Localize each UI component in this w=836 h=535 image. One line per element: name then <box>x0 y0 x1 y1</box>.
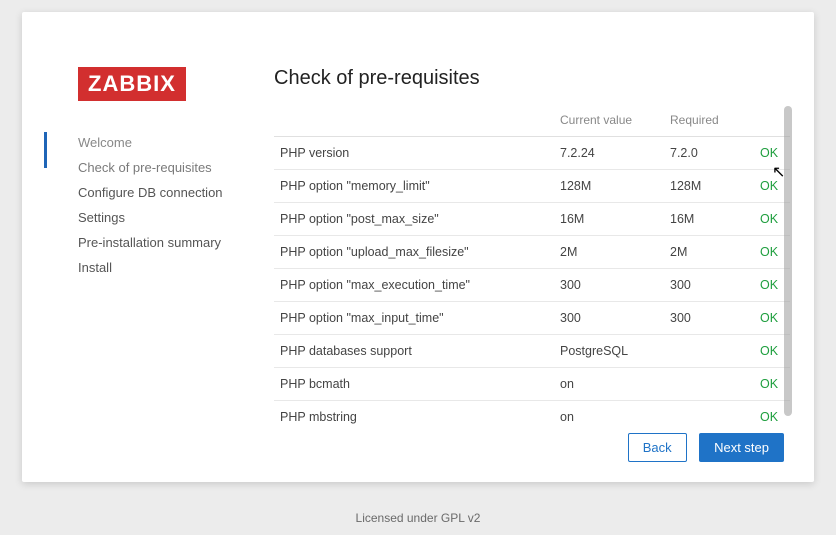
scrollbar-thumb[interactable] <box>784 106 792 416</box>
req-name: PHP version <box>274 137 554 170</box>
req-current: 7.2.24 <box>554 137 664 170</box>
req-current: 2M <box>554 236 664 269</box>
req-required <box>664 335 754 368</box>
req-current: 300 <box>554 302 664 335</box>
req-name: PHP option "max_execution_time" <box>274 269 554 302</box>
col-header-name <box>274 104 554 137</box>
table-row: PHP bcmathonOK <box>274 368 790 401</box>
req-current: on <box>554 368 664 401</box>
req-current: 16M <box>554 203 664 236</box>
zabbix-logo: ZABBIX <box>78 67 186 101</box>
col-header-required: Required <box>664 104 754 137</box>
req-required: 128M <box>664 170 754 203</box>
requirements-table: Current value Required PHP version7.2.24… <box>274 104 790 426</box>
table-row: PHP option "post_max_size"16M16MOK <box>274 203 790 236</box>
table-row: PHP version7.2.247.2.0OK <box>274 137 790 170</box>
license-footer: Licensed under GPL v2 <box>0 511 836 525</box>
req-name: PHP option "max_input_time" <box>274 302 554 335</box>
main-content: Check of pre-requisites Current value Re… <box>274 67 790 462</box>
req-current: 128M <box>554 170 664 203</box>
page-title: Check of pre-requisites <box>274 67 790 90</box>
req-name: PHP mbstring <box>274 401 554 427</box>
table-row: PHP option "max_execution_time"300300OK <box>274 269 790 302</box>
installer-panel: ZABBIX Welcome Check of pre-requisites C… <box>22 12 814 482</box>
req-current: 300 <box>554 269 664 302</box>
req-name: PHP option "post_max_size" <box>274 203 554 236</box>
req-required: 7.2.0 <box>664 137 754 170</box>
table-row: PHP databases supportPostgreSQLOK <box>274 335 790 368</box>
table-row: PHP option "max_input_time"300300OK <box>274 302 790 335</box>
sidebar-item-welcome[interactable]: Welcome <box>78 130 252 155</box>
sidebar-item-settings[interactable]: Settings <box>78 205 252 230</box>
wizard-steps-sidebar: Welcome Check of pre-requisites Configur… <box>22 130 252 280</box>
next-step-button[interactable]: Next step <box>699 433 784 462</box>
req-required: 2M <box>664 236 754 269</box>
req-name: PHP option "upload_max_filesize" <box>274 236 554 269</box>
req-name: PHP option "memory_limit" <box>274 170 554 203</box>
req-current: PostgreSQL <box>554 335 664 368</box>
requirements-table-scroll[interactable]: Current value Required PHP version7.2.24… <box>274 104 790 426</box>
req-required: 300 <box>664 302 754 335</box>
sidebar-item-install[interactable]: Install <box>78 255 252 280</box>
table-row: PHP option "memory_limit"128M128MOK <box>274 170 790 203</box>
req-required: 300 <box>664 269 754 302</box>
req-required <box>664 368 754 401</box>
sidebar-item-db[interactable]: Configure DB connection <box>78 180 252 205</box>
sidebar-item-summary[interactable]: Pre-installation summary <box>78 230 252 255</box>
req-required: 16M <box>664 203 754 236</box>
req-name: PHP databases support <box>274 335 554 368</box>
table-row: PHP option "upload_max_filesize"2M2MOK <box>274 236 790 269</box>
wizard-buttons: Back Next step <box>620 421 784 462</box>
req-name: PHP bcmath <box>274 368 554 401</box>
back-button[interactable]: Back <box>628 433 687 462</box>
sidebar-item-prerequisites[interactable]: Check of pre-requisites <box>78 155 252 180</box>
col-header-current: Current value <box>554 104 664 137</box>
